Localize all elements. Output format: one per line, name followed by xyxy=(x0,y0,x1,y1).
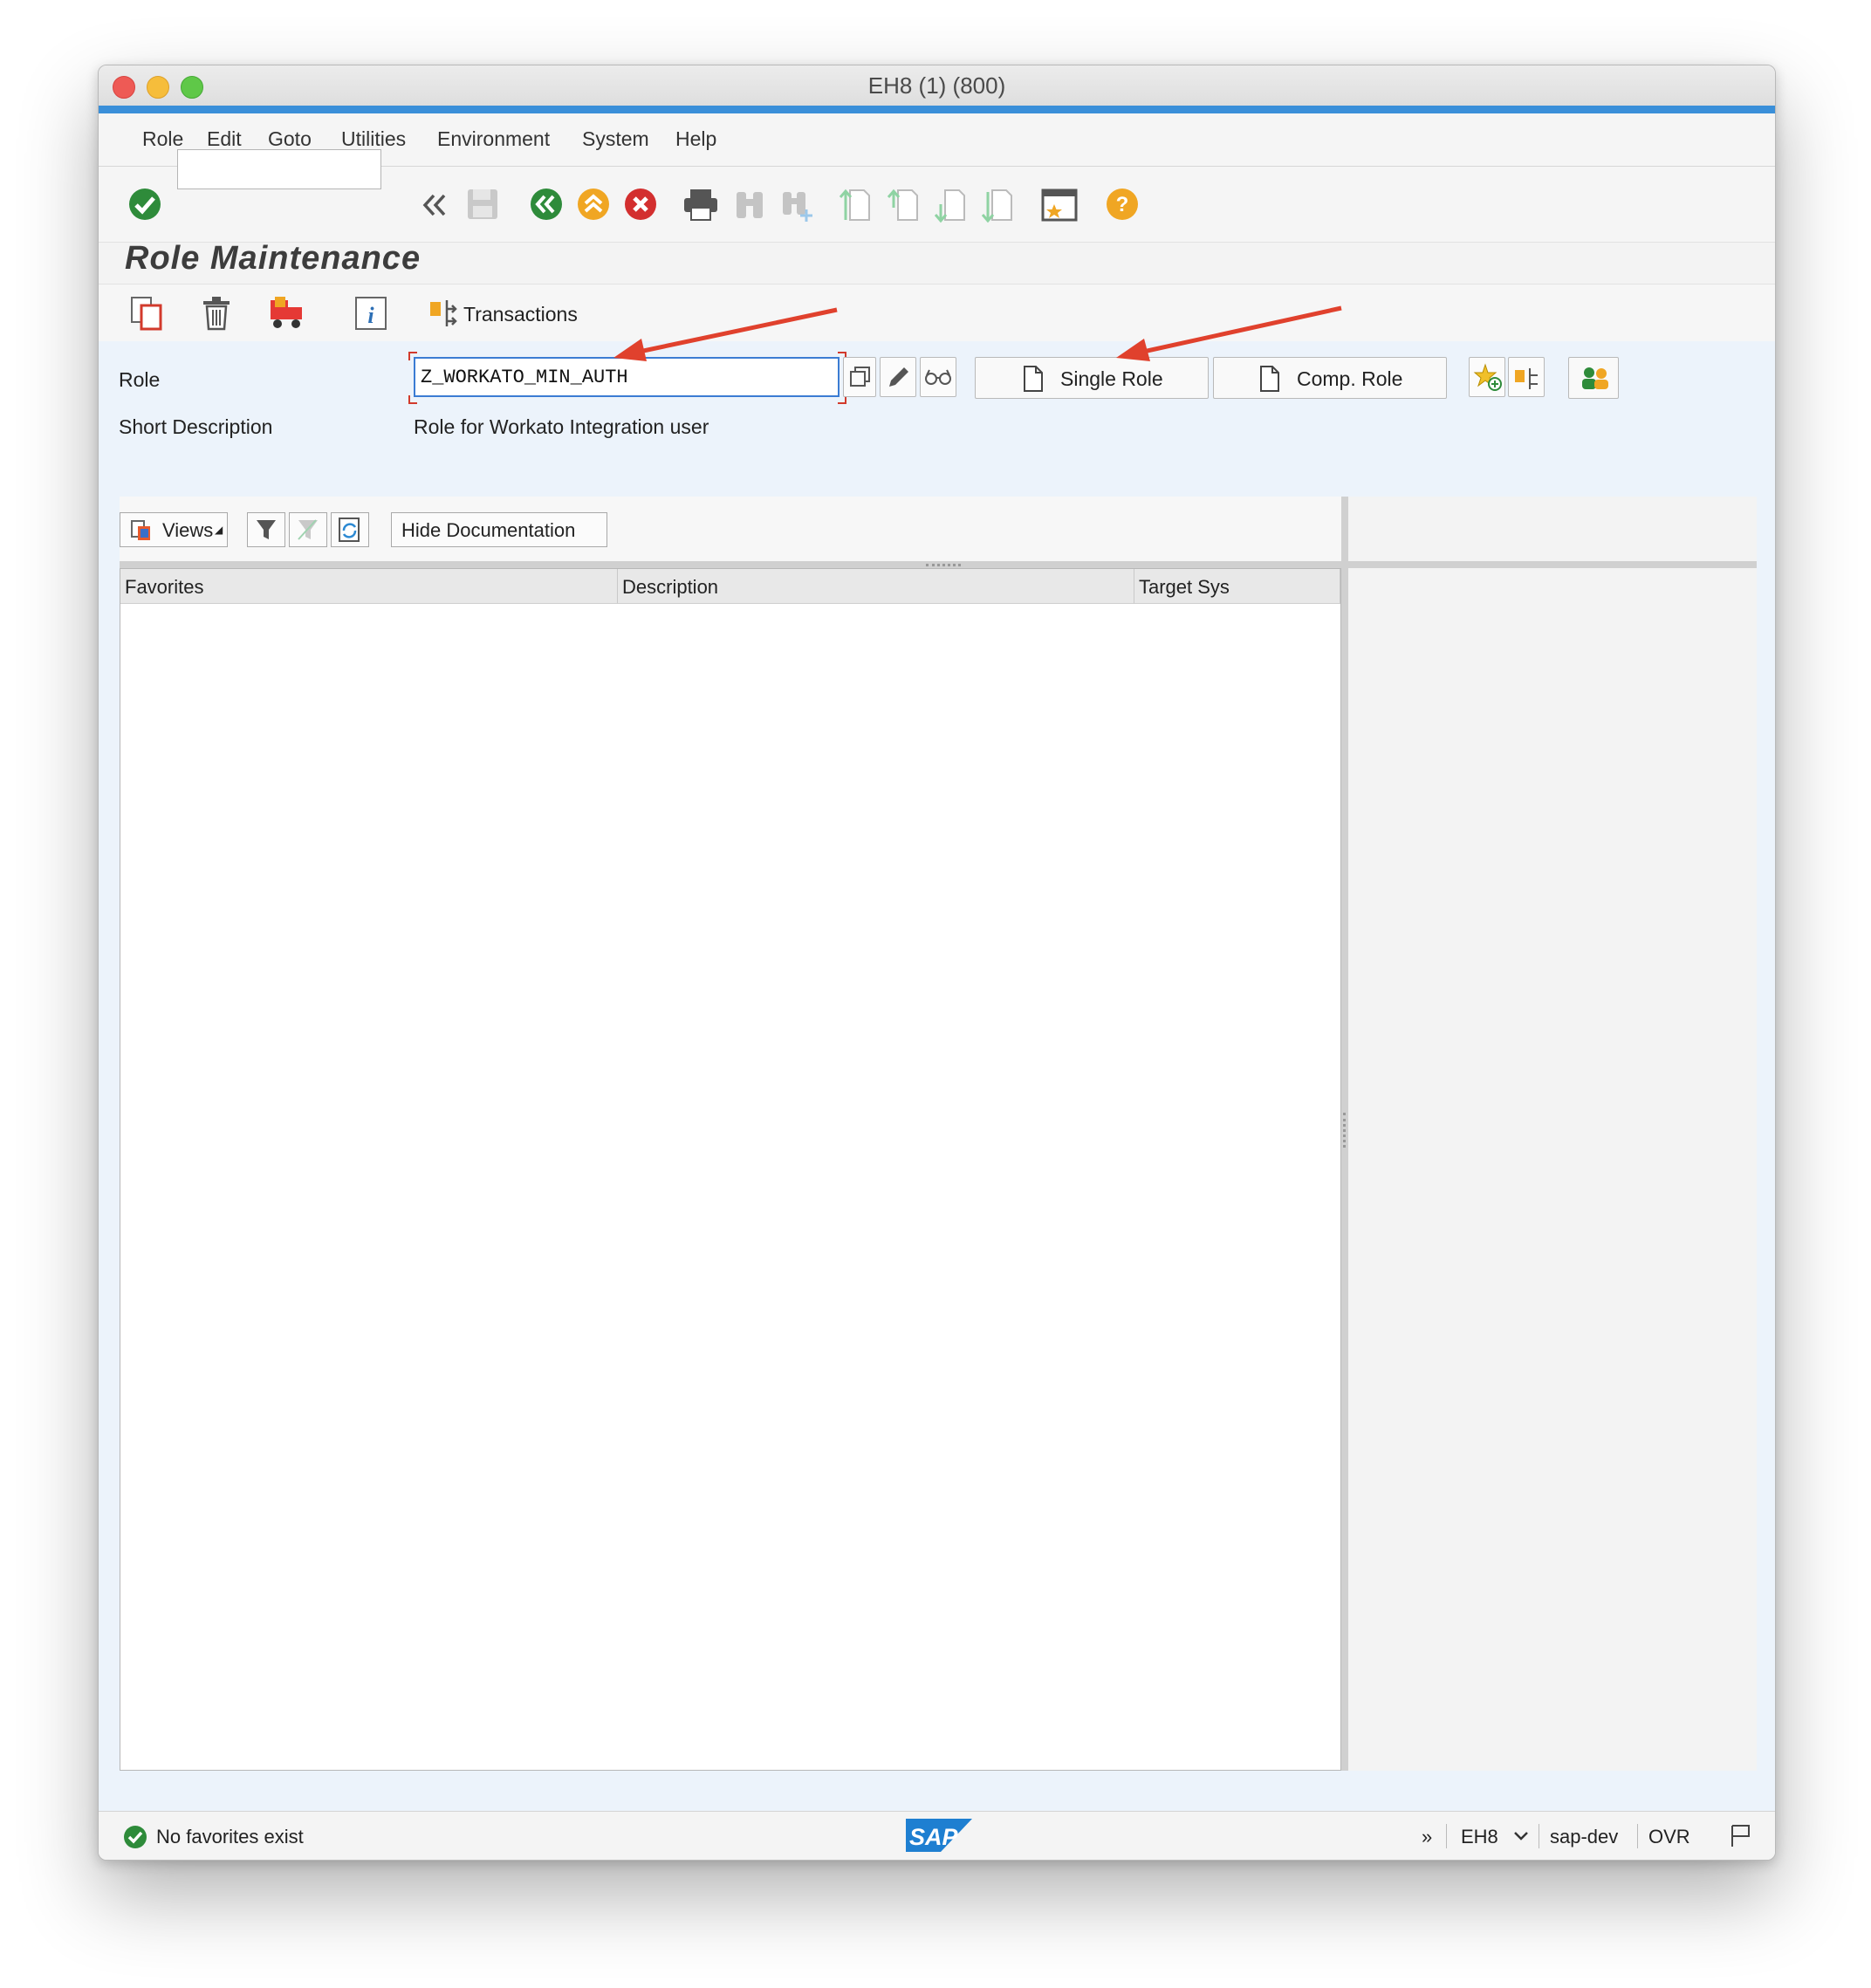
chevron-down-icon[interactable] xyxy=(1512,1829,1530,1843)
back-icon[interactable] xyxy=(529,187,564,222)
menu-edit[interactable]: Edit xyxy=(207,127,242,151)
previous-page-icon[interactable] xyxy=(886,187,921,223)
pencil-icon xyxy=(889,367,908,387)
delete-filter-icon xyxy=(298,519,318,540)
status-separator xyxy=(1637,1824,1638,1848)
status-server: sap-dev xyxy=(1550,1826,1619,1847)
save-icon[interactable] xyxy=(465,187,500,222)
menu-utilities[interactable]: Utilities xyxy=(341,127,406,151)
documentation-panel xyxy=(1348,497,1757,1771)
filter-icon xyxy=(257,520,276,539)
short-description-label: Short Description xyxy=(119,415,273,438)
glasses-icon xyxy=(925,369,951,385)
print-icon[interactable] xyxy=(682,187,720,222)
focus-corner xyxy=(408,352,417,360)
menu-help[interactable]: Help xyxy=(675,127,716,151)
success-check-icon xyxy=(124,1826,147,1848)
create-session-icon[interactable] xyxy=(1040,187,1079,223)
enter-icon[interactable] xyxy=(127,187,162,222)
command-field[interactable] xyxy=(177,149,381,189)
change-button[interactable] xyxy=(880,357,916,397)
annotation-arrow xyxy=(1116,305,1342,361)
short-description-value: Role for Workato Integration user xyxy=(414,415,709,438)
cancel-icon[interactable] xyxy=(623,187,658,222)
comp-role-label: Comp. Role xyxy=(1297,367,1403,390)
transactions-icon[interactable] xyxy=(428,295,459,332)
help-icon[interactable]: ? xyxy=(1105,187,1140,222)
svg-text:i: i xyxy=(367,303,374,328)
information-icon[interactable]: i xyxy=(353,295,388,332)
views-button[interactable]: Views ◢ xyxy=(120,512,228,547)
accent-bar xyxy=(99,106,1775,113)
svg-text:SAP: SAP xyxy=(909,1824,959,1850)
svg-text:?: ? xyxy=(1116,193,1129,216)
delete-filter-button[interactable] xyxy=(289,512,327,547)
status-separator xyxy=(1446,1824,1447,1848)
annotation-arrow xyxy=(613,307,838,361)
menu-environment[interactable]: Environment xyxy=(437,127,550,151)
transactions-icon xyxy=(1515,368,1538,389)
status-system: EH8 xyxy=(1461,1826,1498,1847)
splitter-grip[interactable] xyxy=(1343,1113,1349,1148)
sap-window: EH8 (1) (800) Role Edit Goto Utilities E… xyxy=(98,65,1776,1861)
next-page-icon[interactable] xyxy=(933,187,968,223)
column-header-target-sys[interactable]: Target Sys xyxy=(1134,569,1340,604)
first-page-icon[interactable] xyxy=(838,187,873,223)
status-message: No favorites exist xyxy=(156,1826,304,1847)
exit-icon[interactable] xyxy=(576,187,611,222)
menu-role[interactable]: Role xyxy=(142,127,183,151)
views-icon xyxy=(131,520,150,540)
filter-button[interactable] xyxy=(247,512,285,547)
single-role-label: Single Role xyxy=(1060,367,1163,390)
users-icon xyxy=(1582,367,1608,389)
hide-documentation-button[interactable]: Hide Documentation xyxy=(391,512,607,547)
find-icon[interactable] xyxy=(732,187,767,222)
document-icon xyxy=(1024,366,1043,392)
transport-icon[interactable] xyxy=(268,295,306,332)
application-toolbar xyxy=(99,284,1775,343)
status-mode[interactable]: OVR xyxy=(1648,1826,1690,1848)
transactions-button[interactable]: Transactions xyxy=(463,303,578,326)
window-title: EH8 (1) (800) xyxy=(867,72,1006,99)
last-page-icon[interactable] xyxy=(980,187,1015,223)
user-assignment-button[interactable] xyxy=(1568,357,1619,399)
role-transactions-button[interactable] xyxy=(1508,357,1545,397)
display-button[interactable] xyxy=(920,357,956,397)
star-add-icon xyxy=(1473,363,1502,391)
copy-role-icon[interactable] xyxy=(129,295,164,332)
status-bar: No favorites exist SAP » EH8 sap-dev OVR xyxy=(99,1811,1775,1860)
page-title: Role Maintenance xyxy=(125,240,421,277)
refresh-icon xyxy=(339,518,360,542)
favorites-table: Favorites Description Target Sys xyxy=(120,568,1341,1771)
find-next-icon[interactable] xyxy=(778,187,817,223)
panel-header-divider xyxy=(120,561,1341,568)
panel-header-divider xyxy=(1348,561,1757,568)
sap-logo: SAP xyxy=(906,1819,972,1852)
hide-documentation-label: Hide Documentation xyxy=(401,519,576,541)
expand-status-icon[interactable]: » xyxy=(1422,1826,1432,1848)
role-label: Role xyxy=(119,368,161,391)
menu-goto[interactable]: Goto xyxy=(268,127,312,151)
refresh-button[interactable] xyxy=(331,512,369,547)
back-double-chevron-icon[interactable] xyxy=(421,192,448,218)
title-bar: EH8 (1) (800) xyxy=(99,65,1775,106)
menu-system[interactable]: System xyxy=(582,127,649,151)
delete-role-icon[interactable] xyxy=(201,295,232,332)
add-favorite-button[interactable] xyxy=(1469,357,1505,397)
column-header-favorites[interactable]: Favorites xyxy=(120,569,618,604)
focus-corner xyxy=(408,395,417,404)
layout-menu-icon[interactable] xyxy=(1727,1822,1753,1850)
views-label: Views xyxy=(162,519,214,541)
dropdown-triangle-icon: ◢ xyxy=(215,524,223,536)
column-header-description[interactable]: Description xyxy=(618,569,1134,604)
